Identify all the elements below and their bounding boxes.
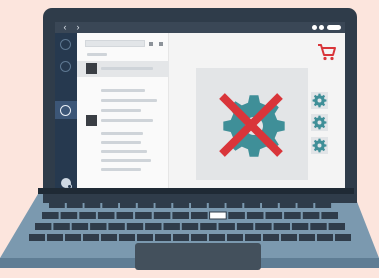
- list-item-thumbnail: [86, 63, 97, 74]
- keyboard-key[interactable]: [60, 212, 78, 219]
- keyboard-key[interactable]: [236, 223, 254, 230]
- keyboard-key[interactable]: [209, 234, 225, 241]
- keyboard-key[interactable]: [281, 234, 297, 241]
- keyboard-key[interactable]: [53, 223, 70, 230]
- sidebar-rail: [55, 33, 77, 188]
- keyboard-key[interactable]: [145, 223, 162, 230]
- sidebar-item-2-circle-icon[interactable]: [60, 61, 71, 72]
- keyboard-key[interactable]: [191, 212, 208, 219]
- detail-panel: [169, 33, 345, 188]
- keyboard-key[interactable]: [153, 212, 171, 219]
- keyboard-key[interactable]: [97, 212, 115, 219]
- text-placeholder: [101, 99, 157, 102]
- settings-button-1[interactable]: [311, 92, 328, 109]
- keyboard-key[interactable]: [173, 234, 189, 241]
- keyboard-key[interactable]: [310, 223, 327, 230]
- gear-icon: [312, 138, 327, 153]
- keyboard-key[interactable]: [65, 234, 81, 241]
- keyboard-key[interactable]: [227, 234, 243, 241]
- gear-icon: [312, 93, 327, 108]
- text-placeholder: [101, 119, 153, 122]
- keyboard-key[interactable]: [321, 212, 338, 219]
- keyboard-key[interactable]: [79, 212, 96, 219]
- keyboard-key[interactable]: [246, 212, 264, 219]
- keyboard-key[interactable]: [302, 212, 320, 219]
- text-placeholder: [101, 109, 141, 112]
- keyboard-key[interactable]: [284, 212, 301, 219]
- text-placeholder: [101, 159, 151, 162]
- keyboard-key[interactable]: [101, 234, 117, 241]
- keyboard-key[interactable]: [90, 223, 107, 230]
- keyboard-key[interactable]: [71, 223, 89, 230]
- text-placeholder: [101, 168, 141, 171]
- sort-icon[interactable]: [159, 42, 163, 46]
- chevron-left-icon[interactable]: ‹: [59, 22, 71, 33]
- keyboard-key[interactable]: [163, 223, 180, 230]
- settings-button-2[interactable]: [311, 114, 328, 131]
- sidebar-item-1-circle-icon[interactable]: [60, 39, 71, 50]
- keyboard-key[interactable]: [47, 234, 63, 241]
- keyboard-key[interactable]: [265, 212, 283, 219]
- image-placeholder: [196, 68, 308, 180]
- keyboard-key[interactable]: [108, 223, 125, 230]
- window-control-dot[interactable]: [312, 25, 317, 30]
- laptop-hinge: [38, 188, 354, 194]
- keyboard-key[interactable]: [245, 234, 261, 241]
- text-placeholder: [101, 150, 147, 153]
- text-placeholder: [101, 67, 153, 70]
- sidebar-item-3-circle-icon[interactable]: [60, 105, 71, 116]
- settings-button-3[interactable]: [311, 137, 328, 154]
- keyboard-key[interactable]: [200, 223, 217, 230]
- keyboard-key[interactable]: [126, 223, 144, 230]
- gear-icon: [312, 115, 327, 130]
- red-x-cross-icon: [219, 93, 283, 157]
- keyboard-key[interactable]: [209, 211, 227, 220]
- keyboard-key[interactable]: [228, 212, 245, 219]
- window-control-dot[interactable]: [319, 25, 324, 30]
- keyboard-key[interactable]: [273, 223, 290, 230]
- list-item-thumbnail: [86, 115, 97, 126]
- keyboard-key[interactable]: [83, 234, 99, 241]
- keyboard-key[interactable]: [137, 234, 153, 241]
- keyboard-key[interactable]: [328, 223, 345, 230]
- keyboard-key[interactable]: [255, 223, 272, 230]
- keyboard-key[interactable]: [119, 234, 135, 241]
- keyboard-key[interactable]: [191, 234, 207, 241]
- window-titlebar: ‹ ›: [55, 22, 345, 33]
- keyboard-key[interactable]: [172, 212, 189, 219]
- item-list-panel: [77, 33, 169, 188]
- keyboard-key[interactable]: [29, 234, 45, 241]
- keyboard-key[interactable]: [116, 212, 134, 219]
- trackpad[interactable]: [135, 243, 261, 270]
- filter-icon[interactable]: [149, 42, 153, 46]
- laptop-screen: ‹ ›: [55, 22, 345, 188]
- list-header-placeholder: [87, 53, 107, 56]
- keyboard-key[interactable]: [181, 223, 199, 230]
- keyboard-key[interactable]: [291, 223, 309, 230]
- keyboard-key[interactable]: [299, 234, 315, 241]
- keyboard-key[interactable]: [218, 223, 235, 230]
- text-placeholder: [101, 89, 145, 92]
- keyboard-key[interactable]: [135, 212, 152, 219]
- window-control-bar[interactable]: [327, 25, 341, 30]
- search-input[interactable]: [85, 40, 145, 47]
- keyboard-key[interactable]: [317, 234, 333, 241]
- keyboard-key[interactable]: [42, 212, 59, 219]
- keyboard-key[interactable]: [35, 223, 52, 230]
- chevron-right-icon[interactable]: ›: [72, 22, 84, 33]
- keyboard-key[interactable]: [263, 234, 279, 241]
- keyboard-key[interactable]: [155, 234, 171, 241]
- keyboard-key[interactable]: [335, 234, 351, 241]
- status-dot: [67, 184, 72, 188]
- text-placeholder: [101, 132, 143, 135]
- text-placeholder: [101, 141, 141, 144]
- shopping-cart-icon[interactable]: [317, 43, 337, 61]
